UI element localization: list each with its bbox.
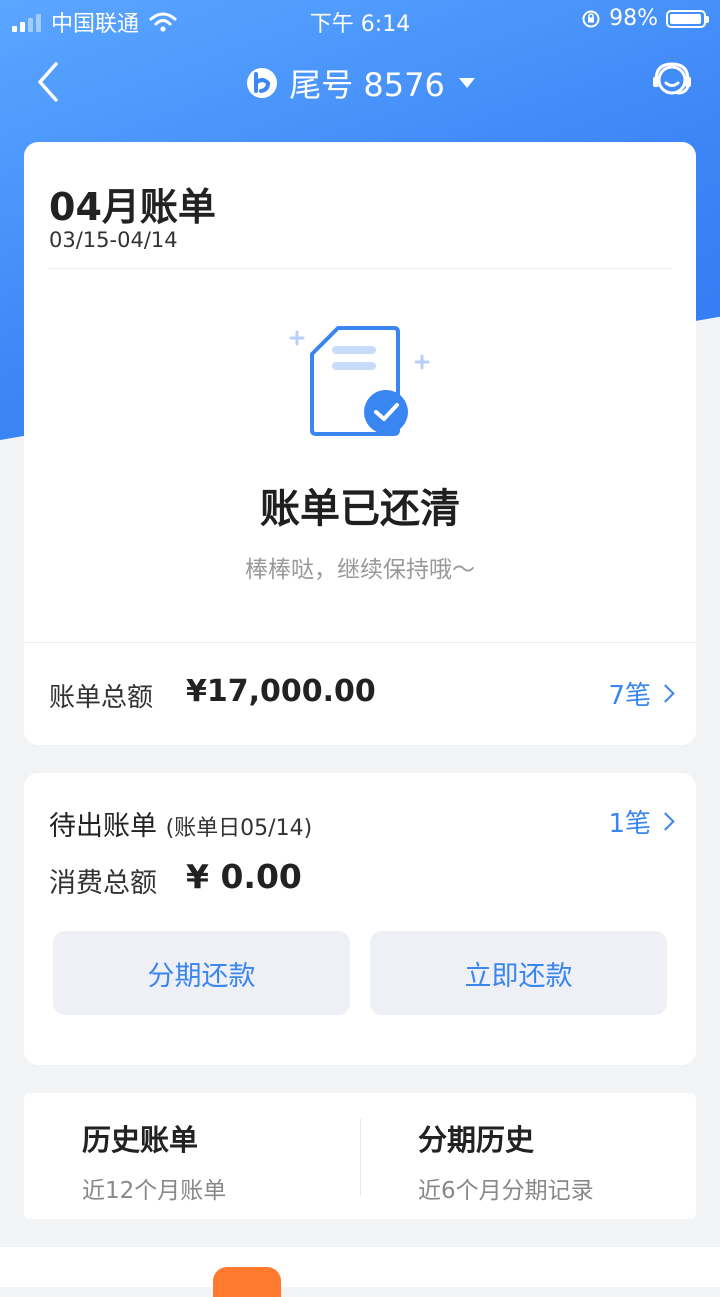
bill-month-title: 04月账单 (49, 185, 216, 229)
bill-paid-icon (289, 326, 430, 436)
pending-transactions-link[interactable]: 1笔 (608, 803, 675, 840)
bill-total-label: 账单总额 (49, 683, 154, 713)
customer-service-icon[interactable] (650, 58, 694, 102)
bill-status-message: 棒棒哒，继续保持哦～ (245, 557, 475, 583)
pending-title-text: 待出账单 (49, 811, 157, 842)
installment-history-title: 分期历史 (418, 1123, 535, 1157)
history-bills-entry[interactable]: 历史账单 近12个月账单 (82, 1117, 226, 1205)
pending-bill-card: 待出账单 (账单日05/14) 1笔 消费总额 ¥ 0.00 分期还款 立即还款 (24, 773, 696, 1065)
history-card: 历史账单 近12个月账单 分期历史 近6个月分期记录 (24, 1093, 696, 1219)
chevron-right-icon (656, 684, 675, 703)
pending-count-label: 1笔 (608, 809, 651, 839)
dropdown-caret-icon (458, 78, 475, 88)
card-tail-label: 尾号 8576 (289, 66, 445, 104)
status-bar: 中国联通 下午 6:14 98% (0, 0, 720, 40)
installment-history-entry[interactable]: 分期历史 近6个月分期记录 (418, 1117, 594, 1205)
history-bills-sub: 近12个月账单 (82, 1178, 227, 1204)
installment-repay-button[interactable]: 分期还款 (53, 931, 350, 1015)
repay-now-button[interactable]: 立即还款 (370, 931, 667, 1015)
bank-logo-icon (247, 68, 278, 98)
orientation-lock-icon (582, 10, 600, 27)
statement-date-text: (账单日05/14) (165, 816, 313, 841)
bill-total-amount: ¥17,000.00 (186, 674, 376, 709)
current-bill-card: 04月账单 03/15-04/14 账单已还清 棒棒哒，继续保持哦～ 账单总额 … (24, 142, 696, 745)
pending-bill-title: 待出账单 (账单日05/14) (49, 804, 312, 843)
vertical-divider (360, 1119, 361, 1195)
consumption-label: 消费总额 (49, 868, 157, 899)
status-right: 98% (581, 6, 709, 31)
bill-status-title: 账单已还清 (260, 486, 460, 532)
card-selector[interactable]: 尾号 8576 (0, 60, 720, 106)
bill-count-label: 7笔 (608, 681, 651, 711)
bottom-promo-strip (0, 1247, 720, 1297)
history-bills-title: 历史账单 (82, 1123, 199, 1157)
bill-transactions-link[interactable]: 7笔 (608, 675, 675, 712)
chevron-right-icon (656, 812, 675, 831)
bill-date-range: 03/15-04/14 (49, 228, 178, 252)
nav-bar: 尾号 8576 (0, 48, 720, 116)
battery-icon (666, 9, 709, 28)
installment-history-sub: 近6个月分期记录 (418, 1178, 594, 1204)
divider (24, 642, 696, 643)
divider (49, 268, 671, 269)
consumption-amount: ¥ 0.00 (186, 857, 302, 896)
promo-badge (213, 1267, 281, 1297)
battery-percent: 98% (609, 6, 658, 31)
